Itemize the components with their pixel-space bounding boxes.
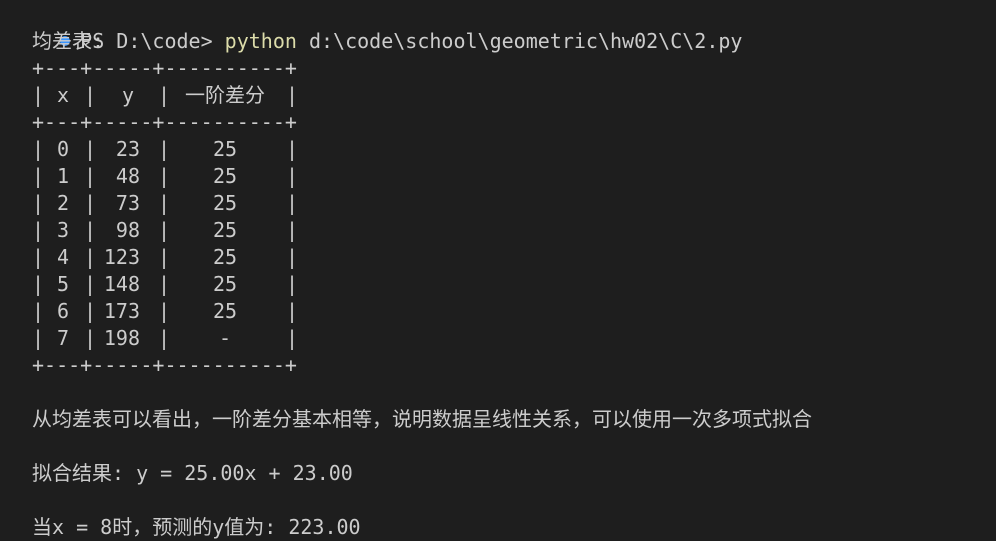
cell-diff: 25 <box>212 245 238 269</box>
table-border-top: +---+-----+----------+ <box>32 56 297 80</box>
cell-y: 173 <box>103 299 140 323</box>
table-row: | 0 | 23 | 25 | <box>32 137 299 161</box>
command-exe: python <box>224 29 297 53</box>
table-row: | 4 | 123 | 25 | <box>32 245 299 269</box>
table-row: | 7 | 198 | - | <box>32 326 299 350</box>
table-row: | 2 | 73 | 25 | <box>32 191 299 215</box>
table-border-bottom: +---+-----+----------+ <box>32 353 297 377</box>
cell-y: 73 <box>115 191 140 215</box>
cell-x: 0 <box>56 137 70 161</box>
header-x: x <box>56 83 70 107</box>
fit-result-text: 拟合结果: y = 25.00x + 23.00 <box>32 461 353 485</box>
cell-diff: 25 <box>212 137 238 161</box>
table-border-mid: +---+-----+----------+ <box>32 110 297 134</box>
cell-x: 7 <box>56 326 70 350</box>
cell-diff: 25 <box>212 164 238 188</box>
cell-x: 3 <box>56 218 70 242</box>
conclusion-text: 从均差表可以看出，一阶差分基本相等，说明数据呈线性关系，可以使用一次多项式拟合 <box>32 407 812 431</box>
table-row: | 5 | 148 | 25 | <box>32 272 299 296</box>
header-y: y <box>121 83 135 107</box>
command-arg: d:\code\school\geometric\hw02\C\2.py <box>308 29 743 53</box>
cell-y: 123 <box>103 245 140 269</box>
diff-table-title: 均差表: <box>32 29 105 53</box>
cell-y: 48 <box>115 164 140 188</box>
prompt-line: PS D:\code> python d:\code\school\geomet… <box>12 1 742 53</box>
header-diff: 一阶差分 <box>185 83 265 107</box>
cell-x: 6 <box>56 299 70 323</box>
cell-x: 2 <box>56 191 70 215</box>
cell-y: 148 <box>103 272 140 296</box>
cell-diff: 25 <box>212 218 238 242</box>
cell-diff: 25 <box>212 272 238 296</box>
cell-y: 98 <box>115 218 140 242</box>
table-row: | 3 | 98 | 25 | <box>32 218 299 242</box>
cell-x: 5 <box>56 272 70 296</box>
table-header-row: | x | y | 一阶差分 | <box>32 83 299 107</box>
cell-diff: 25 <box>212 191 238 215</box>
terminal-output: PS D:\code> python d:\code\school\geomet… <box>0 0 996 539</box>
cell-diff: - <box>218 326 232 350</box>
table-row: | 6 | 173 | 25 | <box>32 299 299 323</box>
diff-table: +---+-----+----------+ | x | y | 一阶差分 | … <box>32 55 332 380</box>
table-row: | 1 | 48 | 25 | <box>32 164 299 188</box>
cell-diff: 25 <box>212 299 238 323</box>
prediction-text: 当x = 8时，预测的y值为: 223.00 <box>32 515 361 539</box>
cell-x: 4 <box>56 245 70 269</box>
cell-y: 23 <box>115 137 140 161</box>
cell-x: 1 <box>56 164 70 188</box>
cell-y: 198 <box>103 326 140 350</box>
